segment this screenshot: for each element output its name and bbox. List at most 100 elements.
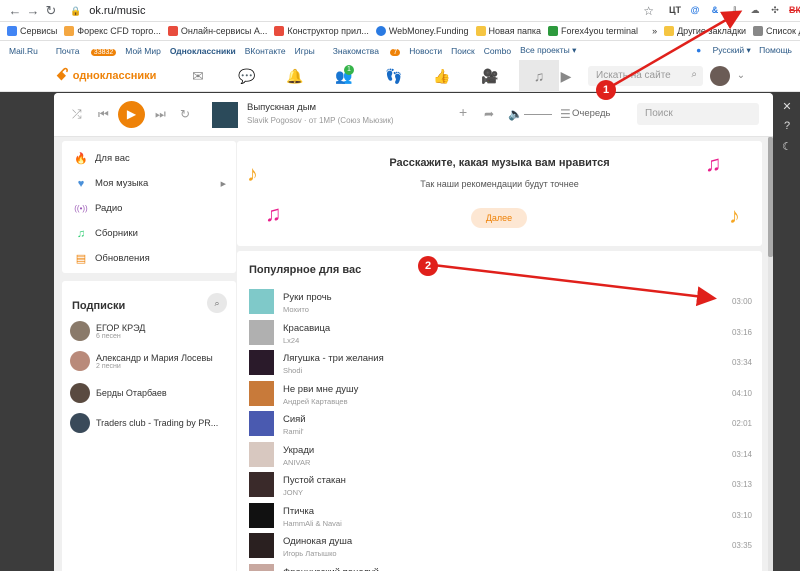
track-title[interactable]: Не рви мне душу	[283, 384, 358, 395]
link-mailru[interactable]: Mail.Ru	[9, 46, 38, 56]
link-moi-mir[interactable]: Мой Мир	[125, 46, 161, 56]
star-icon[interactable]: ☆	[643, 4, 654, 18]
music-icon[interactable]: ♫	[519, 60, 559, 92]
link-combo[interactable]: Combo	[484, 46, 511, 56]
bookmark-apps[interactable]: Сервисы	[7, 26, 57, 36]
bookmarks-overflow-button[interactable]: »	[652, 26, 657, 36]
subscription-item[interactable]: Александр и Мария Лосевы 2 песни	[70, 351, 213, 371]
track-title[interactable]: Одинокая душа	[283, 536, 352, 547]
scrollbar-thumb[interactable]	[768, 137, 773, 257]
share-icon[interactable]: ➦	[484, 107, 494, 121]
video-play-icon[interactable]: ▶	[558, 68, 574, 84]
notifications-bell-icon[interactable]: 🔔	[286, 68, 303, 84]
current-track-title[interactable]: Выпускная дым	[247, 102, 316, 113]
track-row[interactable]: Птичка HammAli & Navai 03:10	[237, 501, 762, 531]
link-mail[interactable]: Почта 33832	[47, 46, 117, 56]
user-avatar[interactable]	[710, 66, 730, 86]
bookmark-other[interactable]: Другие закладки	[664, 26, 746, 36]
track-row[interactable]: Красавица Lx24 03:16	[237, 318, 762, 348]
previous-track-icon[interactable]: ⏮	[98, 107, 109, 122]
track-artist[interactable]: Игорь Латышко	[283, 549, 337, 558]
menu-collections[interactable]: ♫ Сборники	[62, 221, 236, 246]
bookmark-constructor[interactable]: Конструктор прил...	[274, 26, 369, 36]
bookmark-webmoney[interactable]: WebMoney.Funding	[375, 26, 469, 36]
night-mode-icon[interactable]: ☾	[780, 140, 794, 153]
track-cover[interactable]	[249, 380, 274, 406]
play-button[interactable]: ▶	[118, 101, 145, 128]
track-title[interactable]: Пустой стакан	[283, 475, 346, 486]
extension-ct-icon[interactable]: ЦТ	[668, 3, 682, 17]
track-artist[interactable]: HammAli & Navai	[283, 519, 342, 528]
track-cover[interactable]	[249, 289, 274, 314]
bookmark-forex4you[interactable]: Forex4you terminal	[548, 26, 638, 36]
track-cover[interactable]	[249, 350, 274, 375]
track-artist[interactable]: ANIVAR	[283, 458, 310, 467]
link-news[interactable]: Новости	[409, 46, 442, 56]
subscription-item[interactable]: ЕГОР КРЭД 6 песен	[70, 321, 145, 341]
track-artist[interactable]: Ramil'	[283, 427, 304, 436]
ok-logo[interactable]: ꗃ одноклассники	[56, 67, 156, 85]
bookmark-forex[interactable]: Форекс CFD торго...	[64, 26, 161, 36]
track-title[interactable]: Французский поцелуй	[283, 567, 379, 571]
track-artist[interactable]: Андрей Картавцев	[283, 397, 348, 406]
track-title[interactable]: Укради	[283, 445, 314, 456]
track-artist[interactable]: Lx24	[283, 336, 299, 345]
track-row[interactable]: Сияй Ramil' 02:01	[237, 409, 762, 439]
link-all-projects[interactable]: Все проекты ▾	[520, 45, 576, 56]
language-select[interactable]: Русский ▾	[713, 45, 751, 55]
extension-cloud-icon[interactable]: ☁	[748, 3, 762, 17]
extension-at-icon[interactable]: @	[688, 3, 702, 17]
guests-icon[interactable]: 👣	[385, 68, 402, 84]
track-title[interactable]: Сияй	[283, 414, 306, 425]
track-row[interactable]: Не рви мне душу Андрей Картавцев 04:10	[237, 379, 762, 409]
volume-icon[interactable]: 🔈	[508, 107, 523, 121]
shuffle-icon[interactable]: ⤮	[72, 107, 82, 122]
link-search[interactable]: Поиск	[451, 46, 475, 56]
likes-icon[interactable]: 👍	[433, 68, 450, 84]
link-znakomstva[interactable]: Знакомства 7	[324, 46, 401, 56]
menu-radio[interactable]: ((•)) Радио	[62, 196, 236, 221]
back-arrow-icon[interactable]: ←	[6, 3, 24, 18]
video-icon[interactable]: 🎥	[481, 68, 498, 84]
subscription-item[interactable]: Traders club - Trading by PR...	[70, 413, 218, 433]
address-bar[interactable]: 🔒 ok.ru/music ☆	[62, 2, 660, 20]
music-search-input[interactable]: Поиск	[637, 103, 759, 125]
track-cover[interactable]	[249, 441, 274, 467]
link-games[interactable]: Игры	[295, 46, 315, 56]
track-artist[interactable]: Мохито	[283, 305, 309, 314]
track-row[interactable]: Французский поцелуй	[237, 562, 762, 571]
track-row[interactable]: Укради ANIVAR 03:14	[237, 440, 762, 470]
track-row[interactable]: Руки прочь Мохито 03:00	[237, 287, 762, 317]
queue-button[interactable]: Очередь	[572, 108, 610, 119]
subscription-item[interactable]: Берды Отарбаев	[70, 383, 167, 403]
track-cover[interactable]	[249, 502, 274, 528]
forward-arrow-icon[interactable]: →	[24, 3, 42, 18]
track-title[interactable]: Птичка	[283, 506, 314, 517]
track-artist[interactable]: JONY	[283, 488, 303, 497]
track-title[interactable]: Руки прочь	[283, 292, 332, 303]
track-row[interactable]: Одинокая душа Игорь Латышко 03:35	[237, 531, 762, 561]
track-cover[interactable]	[249, 533, 274, 558]
add-icon[interactable]: +	[459, 104, 467, 120]
reading-list[interactable]: Список для чтения	[753, 26, 800, 36]
reload-icon[interactable]: ↻	[42, 3, 60, 19]
next-button[interactable]: Далее	[471, 208, 527, 228]
track-cover[interactable]	[249, 411, 274, 436]
track-cover[interactable]	[249, 319, 274, 345]
link-vkontakte[interactable]: ВКонтакте	[245, 46, 286, 56]
menu-for-you[interactable]: 🔥 Для вас	[62, 146, 236, 171]
subscriptions-search-icon[interactable]: ⌕	[207, 293, 227, 313]
track-row[interactable]: Лягушка - три желания Shodi 03:34	[237, 348, 762, 378]
repeat-icon[interactable]: ↻	[180, 107, 190, 121]
track-title[interactable]: Лягушка - три желания	[283, 353, 384, 364]
discussions-icon[interactable]: 💬	[238, 68, 255, 84]
friends-icon[interactable]: 👥 1	[335, 65, 354, 84]
track-row[interactable]: Пустой стакан JONY 03:13	[237, 470, 762, 500]
chevron-down-icon[interactable]: ⌄	[733, 68, 749, 84]
extension-glasses-icon[interactable]: &	[708, 3, 722, 17]
track-cover[interactable]	[249, 472, 274, 497]
extension-download-icon[interactable]: ⇩	[728, 3, 742, 17]
link-odnoklassniki[interactable]: Одноклассники	[170, 46, 236, 56]
track-artist[interactable]: Shodi	[283, 366, 302, 375]
extensions-puzzle-icon[interactable]: ✣	[768, 3, 782, 17]
